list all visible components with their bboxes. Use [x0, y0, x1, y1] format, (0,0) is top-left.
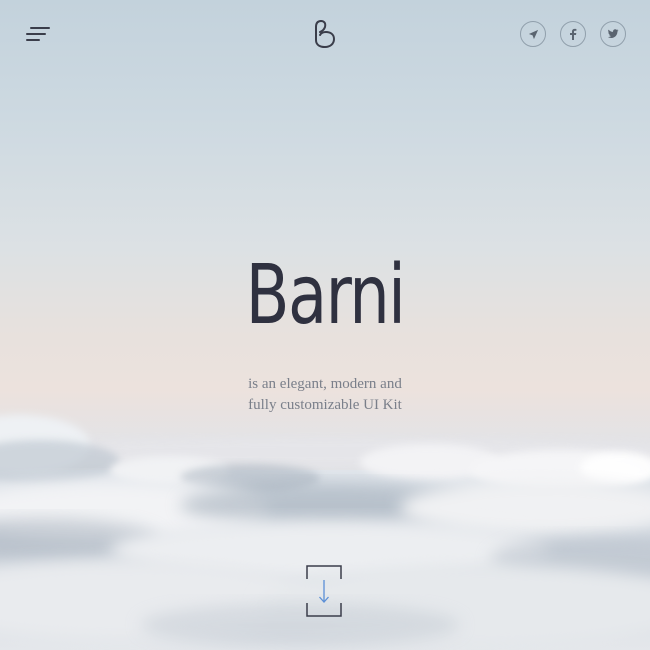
twitter-icon	[607, 29, 619, 38]
hamburger-menu-icon-line	[26, 39, 40, 41]
telegram-button[interactable]	[520, 21, 546, 47]
hero-subtitle: is an elegant, modern and fully customiz…	[0, 374, 650, 416]
menu-button[interactable]	[26, 24, 52, 46]
hero-subtitle-line: fully customizable UI Kit	[248, 397, 402, 413]
arrow-down-icon	[319, 580, 329, 603]
barni-logo-icon[interactable]	[312, 18, 338, 50]
hamburger-menu-icon-line	[30, 27, 50, 29]
hamburger-menu-icon-line	[26, 33, 46, 35]
twitter-button[interactable]	[600, 21, 626, 47]
hero-subtitle-line: is an elegant, modern and	[248, 376, 402, 392]
paper-plane-icon	[528, 29, 538, 39]
facebook-icon	[570, 28, 577, 40]
hero-title: Barni	[245, 248, 406, 343]
scroll-down-button[interactable]	[306, 565, 342, 617]
facebook-button[interactable]	[560, 21, 586, 47]
hero-section: Barni is an elegant, modern and fully cu…	[0, 0, 650, 650]
